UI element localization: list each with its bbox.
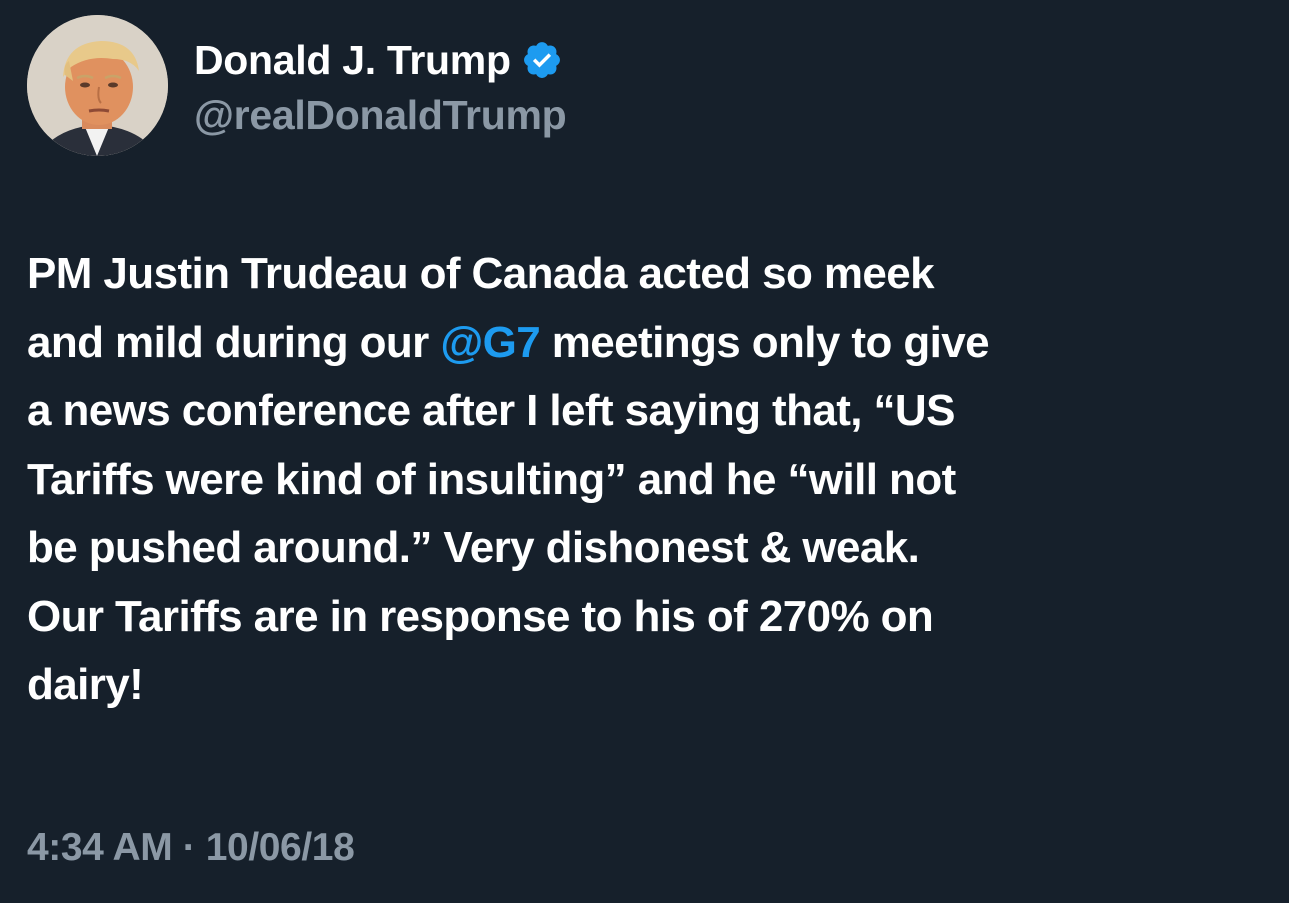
tweet-line-2: and mild during our @G7 meetings only to… — [27, 309, 1257, 378]
mention-link[interactable]: @G7 — [440, 318, 540, 367]
tweet-text: PM Justin Trudeau of Canada acted so mee… — [27, 240, 1257, 720]
author-name-row[interactable]: Donald J. Trump — [194, 32, 563, 88]
tweet-line-7: dairy! — [27, 660, 144, 709]
tweet-line-1: PM Justin Trudeau of Canada acted so mee… — [27, 249, 935, 298]
verified-badge-icon — [521, 39, 563, 81]
avatar[interactable] — [27, 15, 168, 156]
tweet-card: Donald J. Trump @realDonaldTrump PM Just… — [0, 0, 1289, 903]
tweet-timestamp[interactable]: 4:34 AM · 10/06/18 — [27, 826, 355, 870]
tweet-line-3: a news conference after I left saying th… — [27, 386, 955, 435]
tweet-line-2-start: and mild during our — [27, 317, 441, 367]
tweet-line-5: be pushed around.” Very dishonest & weak… — [27, 523, 920, 572]
tweet-line-2-end: meetings only to give — [540, 317, 990, 367]
author-display-name[interactable]: Donald J. Trump — [194, 37, 511, 84]
avatar-portrait-icon — [27, 15, 168, 156]
tweet-line-6: Our Tariffs are in response to his of 27… — [27, 591, 934, 641]
tweet-line-4: Tariffs were kind of insulting” and he “… — [27, 454, 956, 504]
author-handle[interactable]: @realDonaldTrump — [194, 92, 567, 139]
